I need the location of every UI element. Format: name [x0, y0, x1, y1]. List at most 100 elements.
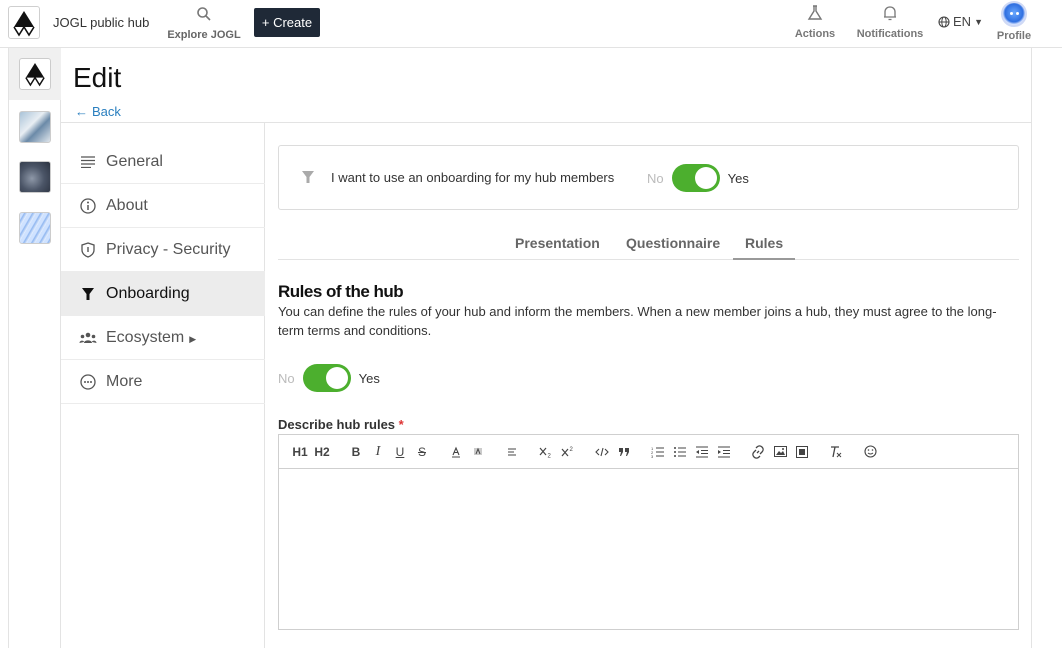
svg-text:2: 2: [548, 453, 552, 458]
rules-toggle[interactable]: [302, 364, 351, 392]
menu-item-onboarding[interactable]: Onboarding: [61, 272, 265, 316]
menu-item-label: General: [106, 152, 163, 170]
info-icon: [79, 197, 97, 215]
language-label: EN: [953, 14, 972, 29]
filter-icon: [79, 285, 97, 303]
actions-button[interactable]: Actions: [790, 4, 840, 40]
menu-item-label: Onboarding: [106, 284, 190, 302]
onboarding-toggle-row: No Yes: [647, 164, 749, 192]
svg-text:2: 2: [570, 447, 574, 453]
video-icon[interactable]: [791, 442, 813, 462]
image-icon[interactable]: [769, 442, 791, 462]
profile-button[interactable]: Profile: [994, 0, 1034, 42]
menu-item-privacy-security[interactable]: Privacy - Security: [61, 228, 265, 272]
explore-label: Explore JOGL: [167, 29, 241, 41]
shield-icon: [79, 241, 97, 259]
tab-rules[interactable]: Rules: [733, 235, 796, 260]
onboarding-question: I want to use an onboarding for my hub m…: [331, 170, 615, 185]
rail-hub-thumbnail[interactable]: [19, 161, 51, 193]
link-icon[interactable]: [747, 442, 769, 462]
underline-button[interactable]: U: [389, 442, 411, 462]
toggle-yes-label: Yes: [727, 170, 749, 186]
rules-editor: H1 H2 B I U S 2 2 1 2 3: [278, 434, 1019, 630]
notifications-button[interactable]: Notifications: [852, 4, 928, 40]
strikethrough-button[interactable]: S: [411, 442, 433, 462]
people-icon: [79, 329, 97, 347]
rail-hub-jogl[interactable]: [19, 58, 51, 90]
search-icon: [197, 7, 211, 21]
ordered-list-icon[interactable]: 123: [647, 442, 669, 462]
bold-button[interactable]: B: [345, 442, 367, 462]
toggle-no-label: No: [278, 370, 295, 386]
text-color-icon[interactable]: [445, 442, 467, 462]
menu-item-label: About: [106, 196, 148, 214]
top-bar: JOGL public hub Explore JOGL + Create Ac…: [0, 0, 1062, 48]
menu-item-label: Privacy - Security: [106, 240, 231, 258]
hub-rail: [8, 48, 61, 648]
hub-name[interactable]: JOGL public hub: [53, 15, 149, 30]
quote-icon[interactable]: [613, 442, 635, 462]
main-area: Edit ← Back General About Privacy - Secu…: [61, 48, 1032, 648]
more-icon: [79, 373, 97, 391]
toggle-no-label: No: [647, 170, 664, 186]
bullet-list-icon[interactable]: [669, 442, 691, 462]
required-mark: *: [398, 417, 404, 432]
page-title: Edit: [73, 62, 122, 93]
editor-toolbar: H1 H2 B I U S 2 2 1 2 3: [279, 435, 1018, 469]
rail-hub-thumbnail[interactable]: [19, 111, 51, 143]
svg-text:3: 3: [651, 454, 654, 458]
menu-item-label: More: [106, 372, 143, 390]
settings-menu: General About Privacy - Security Onboard…: [61, 123, 265, 648]
chevron-down-icon: ▼: [974, 16, 983, 27]
jogl-logo-icon: [13, 10, 35, 37]
onboarding-toggle[interactable]: [671, 164, 720, 192]
tab-presentation[interactable]: Presentation: [515, 235, 600, 251]
globe-icon: [938, 15, 950, 28]
onboarding-content: I want to use an onboarding for my hub m…: [278, 123, 1019, 648]
menu-item-more[interactable]: More: [61, 360, 265, 404]
caret-right-icon: ▶: [189, 334, 197, 344]
toggle-yes-label: Yes: [358, 370, 380, 386]
menu-item-ecosystem[interactable]: Ecosystem ▶: [61, 316, 265, 360]
heading2-button[interactable]: H2: [311, 442, 333, 462]
lines-icon: [79, 153, 97, 171]
code-icon[interactable]: [591, 442, 613, 462]
create-button[interactable]: + Create: [254, 8, 320, 37]
superscript-icon[interactable]: 2: [557, 442, 579, 462]
profile-label: Profile: [996, 30, 1032, 42]
section-title: Rules of the hub: [278, 282, 404, 301]
filter-icon: [301, 170, 315, 189]
menu-item-about[interactable]: About: [61, 184, 265, 228]
flask-icon: [807, 5, 823, 20]
rules-editor-input[interactable]: [279, 469, 1018, 629]
onboarding-tabs: Presentation Questionnaire Rules: [278, 227, 1019, 260]
section-description: You can define the rules of your hub and…: [278, 304, 997, 338]
italic-button[interactable]: I: [367, 442, 389, 462]
heading1-button[interactable]: H1: [289, 442, 311, 462]
bell-icon: [884, 6, 896, 21]
back-link[interactable]: ← Back: [75, 104, 121, 119]
outdent-icon[interactable]: [691, 442, 713, 462]
indent-icon[interactable]: [713, 442, 735, 462]
rules-field-label: Describe hub rules *: [278, 417, 404, 432]
back-label: Back: [92, 104, 121, 119]
background-color-icon[interactable]: [467, 442, 489, 462]
notifications-label: Notifications: [856, 28, 924, 40]
field-label-text: Describe hub rules: [278, 417, 396, 432]
clear-format-icon[interactable]: [825, 442, 847, 462]
tab-questionnaire[interactable]: Questionnaire: [626, 235, 720, 251]
rail-hub-thumbnail[interactable]: [19, 212, 51, 244]
rules-toggle-row: No Yes: [278, 364, 380, 392]
jogl-logo[interactable]: [8, 6, 40, 39]
avatar: [1001, 1, 1027, 27]
arrow-left-icon: ←: [75, 104, 88, 119]
emoji-icon[interactable]: [859, 442, 881, 462]
actions-label: Actions: [794, 28, 836, 40]
menu-item-general[interactable]: General: [61, 140, 265, 184]
menu-item-label: Ecosystem: [106, 328, 185, 346]
align-icon[interactable]: [501, 442, 523, 462]
jogl-logo-icon: [25, 63, 45, 87]
language-selector[interactable]: EN ▼: [938, 14, 983, 29]
explore-button[interactable]: Explore JOGL: [166, 6, 242, 41]
subscript-icon[interactable]: 2: [535, 442, 557, 462]
